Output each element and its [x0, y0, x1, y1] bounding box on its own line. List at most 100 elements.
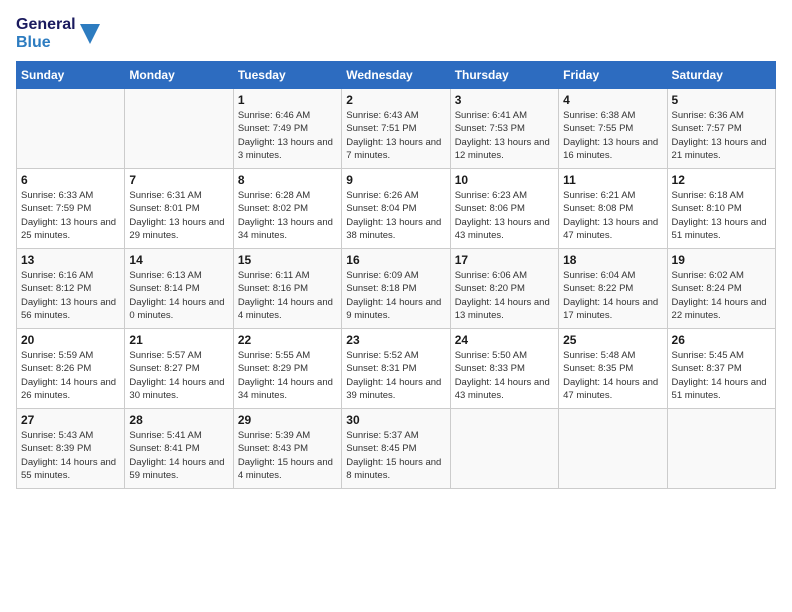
calendar-header: SundayMondayTuesdayWednesdayThursdayFrid… — [17, 62, 776, 89]
cell-day-number: 8 — [238, 173, 337, 187]
calendar-cell: 4 Sunrise: 6:38 AM Sunset: 7:55 PM Daylig… — [559, 89, 667, 169]
calendar-cell: 9 Sunrise: 6:26 AM Sunset: 8:04 PM Daylig… — [342, 169, 450, 249]
cell-info: Sunrise: 6:18 AM Sunset: 8:10 PM Dayligh… — [672, 189, 771, 242]
cell-day-number: 7 — [129, 173, 228, 187]
cell-day-number: 16 — [346, 253, 445, 267]
logo-text: General Blue — [16, 16, 76, 51]
weekday-header-row: SundayMondayTuesdayWednesdayThursdayFrid… — [17, 62, 776, 89]
cell-day-number: 28 — [129, 413, 228, 427]
calendar-week-row: 20 Sunrise: 5:59 AM Sunset: 8:26 PM Dayli… — [17, 329, 776, 409]
cell-info: Sunrise: 6:02 AM Sunset: 8:24 PM Dayligh… — [672, 269, 771, 322]
weekday-header-thursday: Thursday — [450, 62, 558, 89]
calendar-cell: 8 Sunrise: 6:28 AM Sunset: 8:02 PM Daylig… — [233, 169, 341, 249]
cell-info: Sunrise: 5:59 AM Sunset: 8:26 PM Dayligh… — [21, 349, 120, 402]
calendar-table: SundayMondayTuesdayWednesdayThursdayFrid… — [16, 61, 776, 489]
calendar-cell: 18 Sunrise: 6:04 AM Sunset: 8:22 PM Dayli… — [559, 249, 667, 329]
cell-day-number: 27 — [21, 413, 120, 427]
calendar-cell: 28 Sunrise: 5:41 AM Sunset: 8:41 PM Dayli… — [125, 409, 233, 489]
calendar-cell: 25Sunrise: 5:48 AM Sunset: 8:35 PM Dayli… — [559, 329, 667, 409]
cell-day-number: 20 — [21, 333, 120, 347]
calendar-cell: 30 Sunrise: 5:37 AM Sunset: 8:45 PM Dayli… — [342, 409, 450, 489]
cell-day-number: 6 — [21, 173, 120, 187]
calendar-week-row: 13Sunrise: 6:16 AM Sunset: 8:12 PM Dayli… — [17, 249, 776, 329]
cell-info: Sunrise: 6:43 AM Sunset: 7:51 PM Dayligh… — [346, 109, 445, 162]
cell-day-number: 18 — [563, 253, 662, 267]
cell-day-number: 9 — [346, 173, 445, 187]
calendar-cell — [559, 409, 667, 489]
cell-info: Sunrise: 5:48 AM Sunset: 8:35 PM Dayligh… — [563, 349, 662, 402]
cell-info: Sunrise: 6:09 AM Sunset: 8:18 PM Dayligh… — [346, 269, 445, 322]
calendar-cell: 17 Sunrise: 6:06 AM Sunset: 8:20 PM Dayli… — [450, 249, 558, 329]
calendar-cell: 5Sunrise: 6:36 AM Sunset: 7:57 PM Daylig… — [667, 89, 775, 169]
calendar-cell: 3 Sunrise: 6:41 AM Sunset: 7:53 PM Daylig… — [450, 89, 558, 169]
cell-day-number: 11 — [563, 173, 662, 187]
logo-triangle-icon — [80, 24, 100, 44]
calendar-cell: 29 Sunrise: 5:39 AM Sunset: 8:43 PM Dayli… — [233, 409, 341, 489]
weekday-header-tuesday: Tuesday — [233, 62, 341, 89]
cell-info: Sunrise: 6:46 AM Sunset: 7:49 PM Dayligh… — [238, 109, 337, 162]
calendar-cell: 7Sunrise: 6:31 AM Sunset: 8:01 PM Daylig… — [125, 169, 233, 249]
cell-day-number: 17 — [455, 253, 554, 267]
calendar-cell: 21 Sunrise: 5:57 AM Sunset: 8:27 PM Dayli… — [125, 329, 233, 409]
cell-info: Sunrise: 5:52 AM Sunset: 8:31 PM Dayligh… — [346, 349, 445, 402]
calendar-cell: 10Sunrise: 6:23 AM Sunset: 8:06 PM Dayli… — [450, 169, 558, 249]
cell-day-number: 21 — [129, 333, 228, 347]
cell-info: Sunrise: 5:41 AM Sunset: 8:41 PM Dayligh… — [129, 429, 228, 482]
cell-info: Sunrise: 6:04 AM Sunset: 8:22 PM Dayligh… — [563, 269, 662, 322]
cell-day-number: 1 — [238, 93, 337, 107]
cell-day-number: 14 — [129, 253, 228, 267]
cell-info: Sunrise: 6:21 AM Sunset: 8:08 PM Dayligh… — [563, 189, 662, 242]
calendar-cell — [125, 89, 233, 169]
calendar-cell: 16 Sunrise: 6:09 AM Sunset: 8:18 PM Dayli… — [342, 249, 450, 329]
cell-info: Sunrise: 5:50 AM Sunset: 8:33 PM Dayligh… — [455, 349, 554, 402]
calendar-cell — [667, 409, 775, 489]
calendar-cell: 15 Sunrise: 6:11 AM Sunset: 8:16 PM Dayli… — [233, 249, 341, 329]
calendar-week-row: 6 Sunrise: 6:33 AM Sunset: 7:59 PM Daylig… — [17, 169, 776, 249]
calendar-cell: 12 Sunrise: 6:18 AM Sunset: 8:10 PM Dayli… — [667, 169, 775, 249]
cell-info: Sunrise: 6:33 AM Sunset: 7:59 PM Dayligh… — [21, 189, 120, 242]
weekday-header-friday: Friday — [559, 62, 667, 89]
cell-info: Sunrise: 5:37 AM Sunset: 8:45 PM Dayligh… — [346, 429, 445, 482]
cell-info: Sunrise: 5:55 AM Sunset: 8:29 PM Dayligh… — [238, 349, 337, 402]
cell-info: Sunrise: 6:11 AM Sunset: 8:16 PM Dayligh… — [238, 269, 337, 322]
calendar-week-row: 27Sunrise: 5:43 AM Sunset: 8:39 PM Dayli… — [17, 409, 776, 489]
cell-info: Sunrise: 6:13 AM Sunset: 8:14 PM Dayligh… — [129, 269, 228, 322]
calendar-cell — [17, 89, 125, 169]
cell-day-number: 12 — [672, 173, 771, 187]
cell-day-number: 23 — [346, 333, 445, 347]
cell-day-number: 3 — [455, 93, 554, 107]
cell-day-number: 4 — [563, 93, 662, 107]
cell-info: Sunrise: 6:28 AM Sunset: 8:02 PM Dayligh… — [238, 189, 337, 242]
calendar-cell: 1 Sunrise: 6:46 AM Sunset: 7:49 PM Daylig… — [233, 89, 341, 169]
calendar-cell: 2 Sunrise: 6:43 AM Sunset: 7:51 PM Daylig… — [342, 89, 450, 169]
logo-line1: General — [16, 16, 76, 34]
calendar-cell — [450, 409, 558, 489]
calendar-cell: 13Sunrise: 6:16 AM Sunset: 8:12 PM Dayli… — [17, 249, 125, 329]
cell-info: Sunrise: 6:38 AM Sunset: 7:55 PM Dayligh… — [563, 109, 662, 162]
cell-info: Sunrise: 6:41 AM Sunset: 7:53 PM Dayligh… — [455, 109, 554, 162]
cell-day-number: 19 — [672, 253, 771, 267]
calendar-cell: 22 Sunrise: 5:55 AM Sunset: 8:29 PM Dayli… — [233, 329, 341, 409]
cell-info: Sunrise: 5:57 AM Sunset: 8:27 PM Dayligh… — [129, 349, 228, 402]
calendar-cell: 6 Sunrise: 6:33 AM Sunset: 7:59 PM Daylig… — [17, 169, 125, 249]
weekday-header-saturday: Saturday — [667, 62, 775, 89]
calendar-cell: 27Sunrise: 5:43 AM Sunset: 8:39 PM Dayli… — [17, 409, 125, 489]
cell-info: Sunrise: 6:26 AM Sunset: 8:04 PM Dayligh… — [346, 189, 445, 242]
cell-info: Sunrise: 5:45 AM Sunset: 8:37 PM Dayligh… — [672, 349, 771, 402]
calendar-cell: 23 Sunrise: 5:52 AM Sunset: 8:31 PM Dayli… — [342, 329, 450, 409]
cell-day-number: 24 — [455, 333, 554, 347]
cell-day-number: 15 — [238, 253, 337, 267]
page-header: General Blue — [16, 16, 776, 51]
weekday-header-sunday: Sunday — [17, 62, 125, 89]
cell-day-number: 29 — [238, 413, 337, 427]
cell-info: Sunrise: 6:23 AM Sunset: 8:06 PM Dayligh… — [455, 189, 554, 242]
calendar-week-row: 1 Sunrise: 6:46 AM Sunset: 7:49 PM Daylig… — [17, 89, 776, 169]
cell-day-number: 13 — [21, 253, 120, 267]
calendar-cell: 11 Sunrise: 6:21 AM Sunset: 8:08 PM Dayli… — [559, 169, 667, 249]
cell-day-number: 22 — [238, 333, 337, 347]
weekday-header-wednesday: Wednesday — [342, 62, 450, 89]
cell-info: Sunrise: 5:39 AM Sunset: 8:43 PM Dayligh… — [238, 429, 337, 482]
cell-info: Sunrise: 6:06 AM Sunset: 8:20 PM Dayligh… — [455, 269, 554, 322]
cell-day-number: 2 — [346, 93, 445, 107]
cell-day-number: 30 — [346, 413, 445, 427]
